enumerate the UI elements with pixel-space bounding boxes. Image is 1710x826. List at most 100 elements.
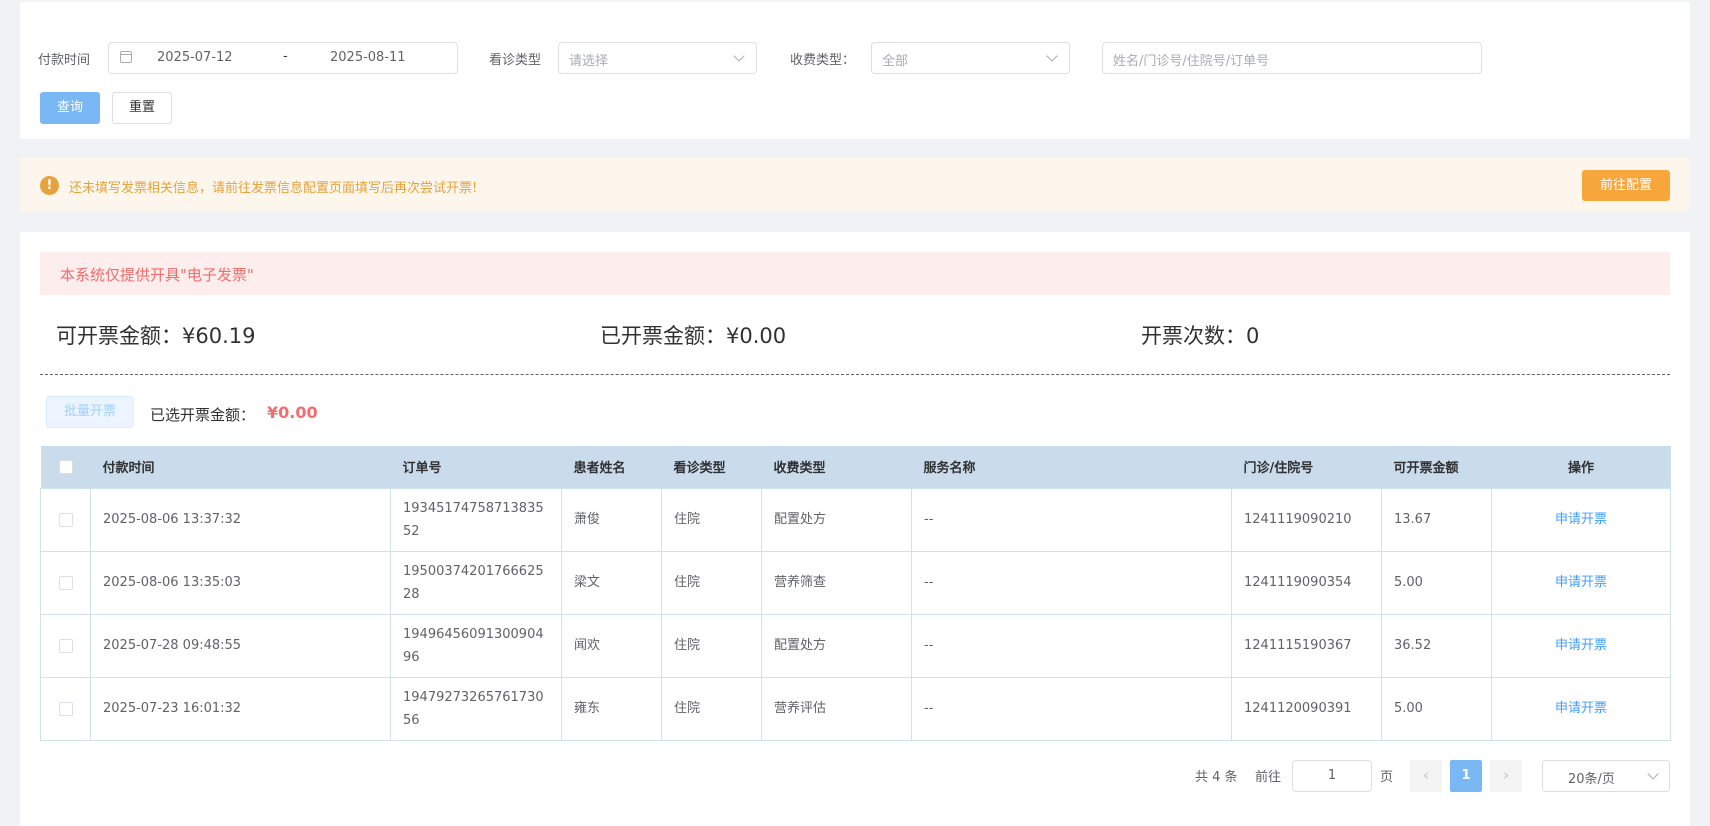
apply-invoice-link[interactable]: 申请开票 [1555,701,1607,716]
invoice-main-panel: 本系统仅提供开具"电子发票" 可开票金额：¥60.19 已开票金额：¥0.00 … [20,232,1690,826]
table-row: 2025-08-06 13:35:03 1950037420176662528 … [40,550,1671,615]
query-button[interactable]: 查询 [40,92,100,124]
table-row: 2025-08-06 13:37:32 1934517475871383552 … [40,487,1671,552]
cell-order-no: 1949645609130090496 [390,613,562,678]
pagination-page-input[interactable]: 1 [1292,760,1372,792]
row-checkbox[interactable] [58,575,73,590]
header-record-no: 门诊/住院号 [1231,446,1382,488]
chevron-down-icon [1647,768,1659,780]
cell-patient: 闻欢 [561,613,662,678]
cell-patient: 梁文 [561,550,662,615]
search-placeholder: 姓名/门诊号/住院号/订单号 [1113,54,1270,69]
apply-invoice-link[interactable]: 申请开票 [1555,575,1607,590]
e-invoice-notice: 本系统仅提供开具"电子发票" [40,252,1670,295]
pagination-goto-label: 前往 [1255,770,1282,785]
cell-patient: 雍东 [561,676,662,741]
fee-type-label: 收费类型： [790,53,856,68]
apply-invoice-link[interactable]: 申请开票 [1555,512,1607,527]
pay-time-label: 付款时间 [38,53,91,68]
header-amount: 可开票金额 [1381,446,1492,488]
cell-pay-time: 2025-08-06 13:35:03 [90,550,391,615]
cell-service: -- [911,487,1232,552]
header-action: 操作 [1491,446,1671,488]
date-start[interactable]: 2025-07-12 [157,50,233,65]
warning-icon: ! [40,176,59,195]
select-all-checkbox-cell[interactable] [40,446,91,488]
header-service: 服务名称 [911,446,1232,488]
page-size-select[interactable]: 20条/页 [1542,760,1670,792]
cell-amount: 5.00 [1381,550,1492,615]
calendar-icon [120,51,132,63]
table-row: 2025-07-23 16:01:32 1947927326576173056 … [40,676,1671,741]
cell-visit-type: 住院 [661,487,762,552]
row-checkbox[interactable] [58,512,73,527]
filter-panel: 付款时间 2025-07-12 - 2025-08-11 看诊类型 请选择 收费… [20,0,1690,139]
cell-order-no: 1950037420176662528 [390,550,562,615]
cell-order-no: 1934517475871383552 [390,487,562,552]
dashed-divider [40,374,1670,375]
select-all-checkbox[interactable] [58,459,73,474]
fee-type-select[interactable]: 全部 [871,42,1070,74]
cell-fee-type: 营养筛查 [761,550,912,615]
cell-record-no: 1241115190367 [1231,613,1382,678]
page-number-current[interactable]: 1 [1450,760,1482,792]
reset-button[interactable]: 重置 [112,92,172,124]
apply-invoice-link[interactable]: 申请开票 [1555,638,1607,653]
cell-action: 申请开票 [1491,550,1671,615]
cell-fee-type: 营养评估 [761,676,912,741]
date-end[interactable]: 2025-08-11 [330,50,406,65]
header-order-no: 订单号 [390,446,562,488]
table-row: 2025-07-28 09:48:55 1949645609130090496 … [40,613,1671,678]
issued-amount-stat: 已开票金额：¥0.00 [600,324,787,348]
prev-page-button[interactable]: ‹ [1410,760,1442,792]
cell-pay-time: 2025-07-28 09:48:55 [90,613,391,678]
table-header-row: 付款时间 订单号 患者姓名 看诊类型 收费类型 服务名称 门诊/住院号 可开票金… [40,446,1671,488]
notice-text: 本系统仅提供开具"电子发票" [60,266,254,284]
selected-amount-value: ¥0.00 [267,403,318,422]
search-input[interactable]: 姓名/门诊号/住院号/订单号 [1102,42,1482,74]
row-checkbox-cell[interactable] [40,613,91,678]
header-fee-type: 收费类型 [761,446,912,488]
cell-visit-type: 住院 [661,550,762,615]
cell-pay-time: 2025-07-23 16:01:32 [90,676,391,741]
visit-type-placeholder: 请选择 [569,54,609,69]
visit-type-select[interactable]: 请选择 [558,42,757,74]
visit-type-label: 看诊类型 [489,53,542,68]
cell-record-no: 1241120090391 [1231,676,1382,741]
next-page-button[interactable]: › [1490,760,1522,792]
pay-time-range-picker[interactable]: 2025-07-12 - 2025-08-11 [108,42,458,74]
cell-service: -- [911,676,1232,741]
cell-order-no: 1947927326576173056 [390,676,562,741]
cell-service: -- [911,550,1232,615]
chevron-down-icon [1046,50,1058,62]
row-checkbox[interactable] [58,701,73,716]
invoice-config-warning: ! 还未填写发票相关信息，请前往发票信息配置页面填写后再次尝试开票! 前往配置 [20,158,1690,211]
cell-amount: 5.00 [1381,676,1492,741]
cell-action: 申请开票 [1491,487,1671,552]
cell-amount: 36.52 [1381,613,1492,678]
cell-patient: 萧俊 [561,487,662,552]
warning-text: 还未填写发票相关信息，请前往发票信息配置页面填写后再次尝试开票! [69,181,478,196]
cell-record-no: 1241119090210 [1231,487,1382,552]
pagination-total: 共 4 条 [1195,770,1238,785]
cell-visit-type: 住院 [661,676,762,741]
header-pay-time: 付款时间 [90,446,391,488]
batch-invoice-button[interactable]: 批量开票 [46,396,134,428]
cell-service: -- [911,613,1232,678]
row-checkbox-cell[interactable] [40,676,91,741]
cell-visit-type: 住院 [661,613,762,678]
available-amount-stat: 可开票金额：¥60.19 [56,324,256,348]
pagination-page-unit: 页 [1380,770,1394,785]
date-separator: - [283,49,288,64]
row-checkbox[interactable] [58,638,73,653]
page-size-value: 20条/页 [1568,772,1615,787]
cell-action: 申请开票 [1491,676,1671,741]
cell-pay-time: 2025-08-06 13:37:32 [90,487,391,552]
go-config-button[interactable]: 前往配置 [1582,170,1670,201]
header-patient: 患者姓名 [561,446,662,488]
cell-amount: 13.67 [1381,487,1492,552]
fee-type-value: 全部 [882,54,909,69]
row-checkbox-cell[interactable] [40,487,91,552]
cell-fee-type: 配置处方 [761,613,912,678]
row-checkbox-cell[interactable] [40,550,91,615]
